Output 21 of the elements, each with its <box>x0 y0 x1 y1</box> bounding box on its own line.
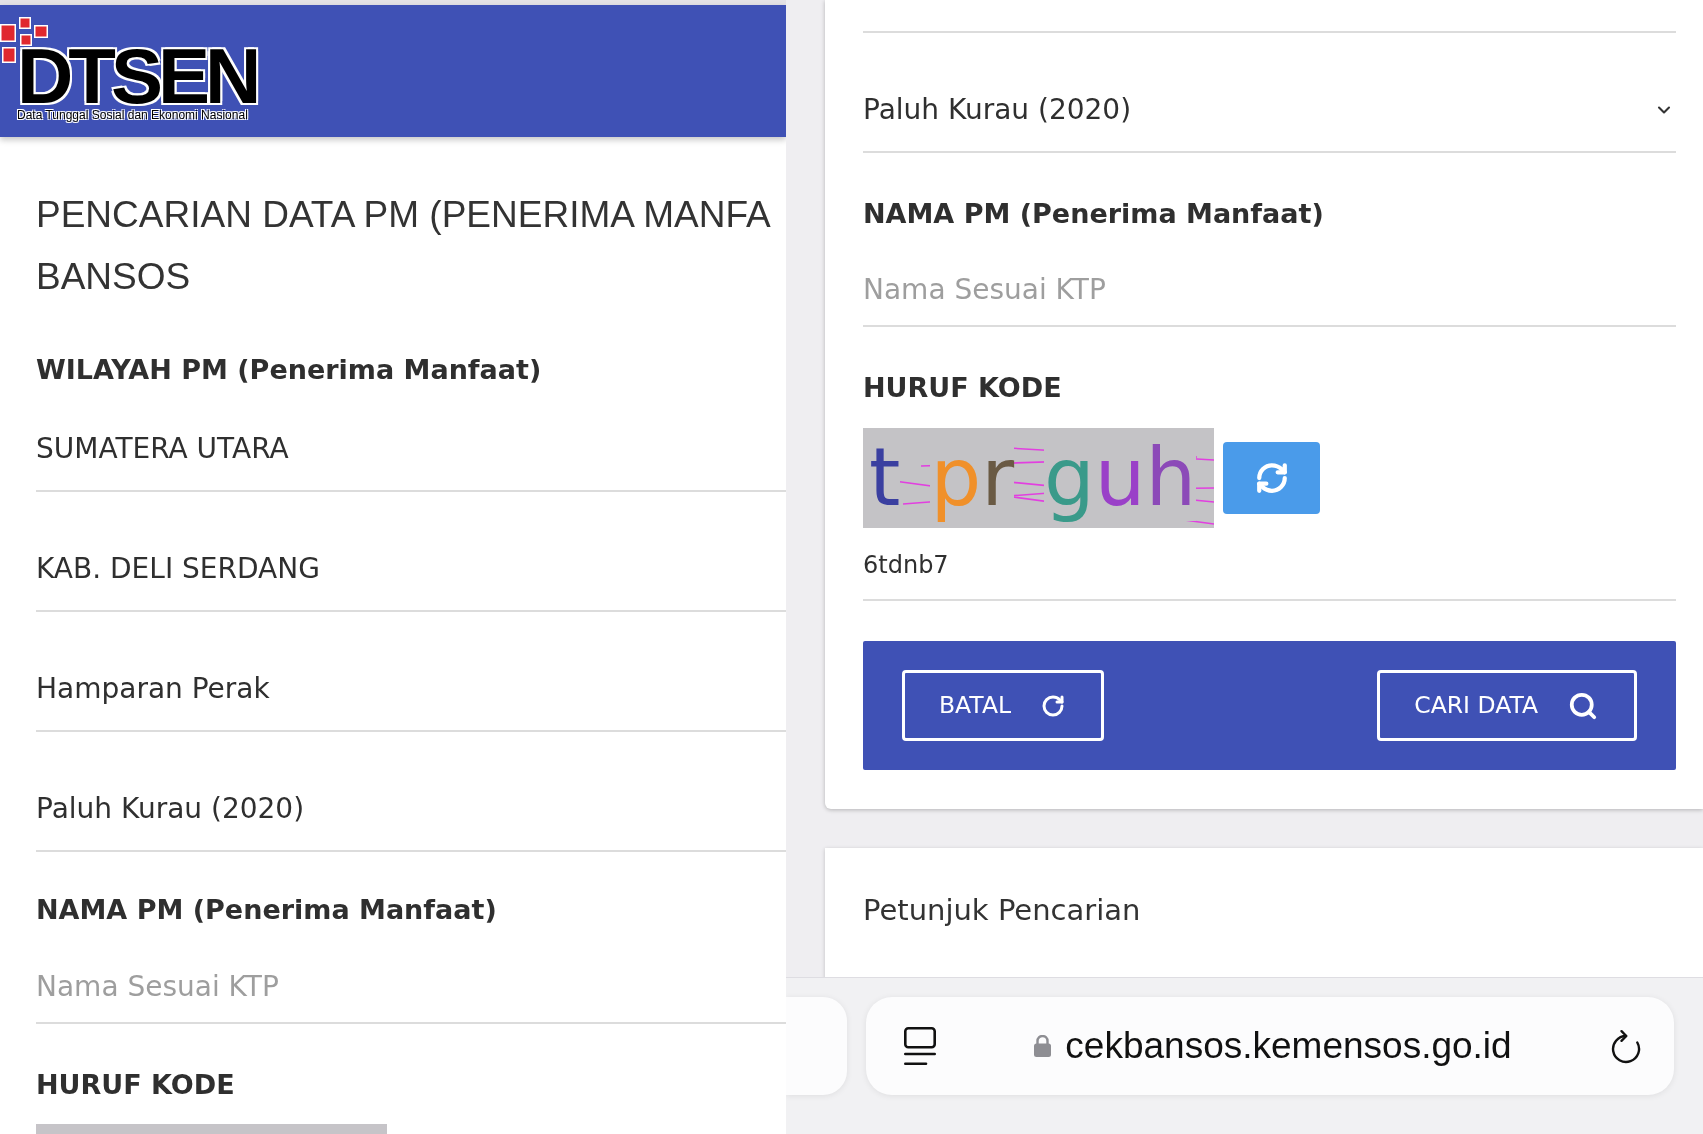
cancel-button[interactable]: BATAL <box>902 670 1105 741</box>
refresh-button[interactable] <box>1223 442 1320 514</box>
region-select[interactable]: Paluh Kurau (2020) <box>863 33 1676 153</box>
search-icon <box>1568 690 1598 721</box>
logo-tagline: Data Tunggal Sosial dan Ekonomi Nasional <box>17 108 248 122</box>
address-bar[interactable]: cekbansos.kemensos.go.id <box>866 997 1674 1095</box>
reload-icon[interactable] <box>1610 1028 1642 1064</box>
help-card-title: Petunjuk Pencarian <box>863 892 1141 928</box>
field-label: HURUF KODE <box>36 1068 235 1102</box>
field-label: HURUF KODE <box>863 371 1062 405</box>
page-menu-icon[interactable] <box>904 1027 936 1065</box>
page-title: BANSOS <box>36 255 191 299</box>
field-label: WILAYAH PM (Penerima Manfaat) <box>36 353 542 387</box>
refresh-icon <box>1254 461 1289 495</box>
code-input[interactable]: 6tdnb7 <box>863 528 1676 601</box>
field-label: NAMA PM (Penerima Manfaat) <box>863 197 1324 231</box>
search-button[interactable]: CARI DATA <box>1377 670 1637 741</box>
field-label: NAMA PM (Penerima Manfaat) <box>36 893 497 927</box>
circular-arrow-icon <box>1041 693 1066 718</box>
page-title: PENCARIAN DATA PM (PENERIMA MANFA <box>36 193 771 237</box>
logo-wordmark: DTSEN <box>17 45 257 107</box>
